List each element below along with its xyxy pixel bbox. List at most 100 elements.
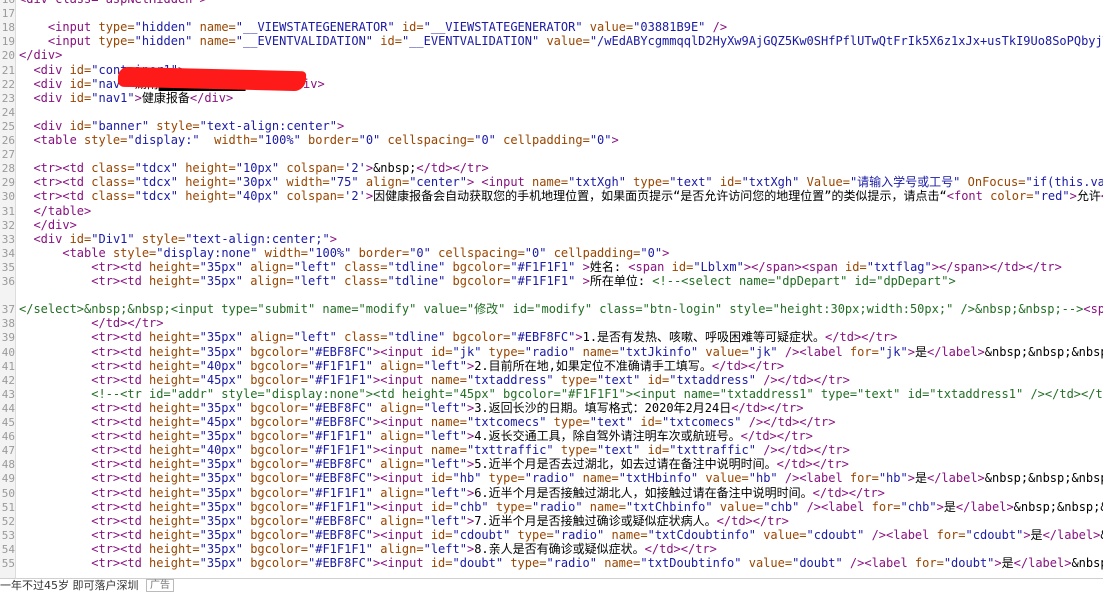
code-token: height= — [149, 415, 200, 429]
code-token: </td></tr> — [812, 485, 885, 500]
code-token: "text" — [597, 443, 648, 458]
code-token: name= — [430, 443, 467, 458]
code-token: type= — [560, 372, 597, 387]
code-token: id= — [430, 499, 453, 514]
code-token: bgcolor= — [250, 527, 308, 542]
code-token: "35px" — [199, 259, 251, 274]
code-token: align= — [250, 259, 294, 274]
line-number: 47 — [1, 444, 15, 458]
code-token: align= — [380, 429, 424, 444]
code-token: colspan= — [286, 189, 345, 204]
code-token: cellspacing= — [438, 245, 525, 260]
code-token: value= — [705, 344, 749, 359]
code-token: ><input — [373, 372, 431, 387]
code-token: name= — [611, 527, 648, 542]
code-token: <div class="aspNetHidden"> — [19, 0, 207, 6]
code-token: "#F1F1F1" — [308, 429, 381, 444]
code-token: height= — [149, 259, 200, 274]
code-token: for= — [936, 527, 966, 542]
code-token: "center" — [409, 175, 467, 190]
code-token: "35px" — [199, 274, 251, 288]
code-token: id= — [401, 20, 424, 35]
source-line: 38 </td></tr> — [0, 316, 1103, 330]
code-token: name= — [199, 20, 236, 35]
code-token: "txtaddress" — [669, 372, 764, 387]
code-token: class= — [344, 330, 388, 345]
code-token: type= — [510, 556, 547, 570]
code-token: "chb" — [763, 499, 807, 514]
code-token: bgcolor= — [250, 457, 308, 472]
code-token: "40px" — [235, 189, 287, 204]
code-token: id= — [845, 259, 867, 274]
code-token: "0" — [358, 133, 388, 147]
code-token: id= — [640, 415, 663, 429]
code-token: "35px" — [199, 556, 251, 570]
source-line: 51 <tr><td height="35px" bgcolor="#F1F1F… — [0, 500, 1103, 514]
source-line: 44 <tr><td height="35px" bgcolor="#EBF8F… — [0, 401, 1103, 415]
code-token: > — [582, 274, 590, 288]
code-token: class= — [91, 189, 135, 204]
code-token: <tr><td — [33, 161, 92, 176]
code-token: "txtChbinfo" — [625, 499, 720, 514]
code-token: 4.返长交通工具，除自驾外请注明车次或航班号。 — [474, 429, 741, 444]
code-token: </label> — [1013, 556, 1072, 570]
code-token: "radio" — [553, 527, 612, 542]
code-token: "display:" — [127, 133, 215, 147]
code-token: "35px" — [199, 471, 251, 486]
code-token: /><label — [806, 499, 872, 514]
code-token: style= — [84, 133, 128, 147]
code-token: "radio" — [532, 499, 590, 514]
source-line: 39 <tr><td height="35px" align="left" cl… — [0, 330, 1103, 344]
code-token: "nav1" — [91, 90, 135, 105]
code-token: "__EVENTVALIDATION" — [401, 34, 547, 49]
code-token: "__VIEWSTATEGENERATOR" — [235, 20, 402, 35]
code-token: 1.是否有发热、咳嗽、呼吸困难等可疑症状。 — [582, 330, 826, 345]
code-token: "0" — [589, 133, 612, 147]
source-line: 32 </div> — [0, 218, 1103, 232]
code-token: </table> — [33, 203, 92, 218]
code-token: </label> — [955, 499, 1014, 514]
source-line — [0, 288, 1103, 302]
code-token: ><input — [373, 499, 431, 514]
code-token: > — [575, 330, 583, 345]
code-token: <tr><td — [91, 443, 150, 458]
code-token: bgcolor= — [250, 443, 308, 458]
code-token: "jk" — [878, 344, 908, 359]
line-number: 25 — [1, 119, 15, 133]
code-token: "chb" — [900, 499, 937, 514]
line-number: 32 — [1, 218, 15, 232]
line-number: 28 — [1, 162, 15, 176]
code-token: <div — [33, 76, 70, 91]
line-number: 54 — [1, 542, 15, 556]
bottom-ad-strip[interactable]: 一年不过45岁 即可落户深圳 广告 — [0, 578, 1103, 592]
code-token: "if(this.value==&#39;请输 — [1025, 175, 1103, 190]
code-token: </label> — [926, 344, 985, 359]
code-token: style= — [112, 245, 157, 260]
code-token: value= — [589, 20, 634, 35]
code-token: "txtflag" — [866, 259, 932, 274]
code-token: <tr><td — [91, 330, 150, 345]
code-token: color= — [990, 189, 1034, 204]
code-token: '2' — [344, 161, 366, 176]
code-token: <!--<tr id="addr" style="display:none"><… — [91, 386, 1103, 401]
code-token: 是 — [1030, 527, 1043, 542]
code-token: Value= — [806, 175, 850, 190]
code-token: "left" — [293, 330, 345, 345]
code-token: name= — [532, 175, 569, 190]
code-token: height= — [185, 175, 236, 190]
code-token: > — [1023, 527, 1031, 542]
code-token: id= — [430, 344, 453, 359]
source-line: 31 </table> — [0, 204, 1103, 218]
ad-badge[interactable]: 广告 — [146, 579, 174, 592]
code-token: id= — [430, 527, 453, 542]
code-token: ><input — [373, 556, 431, 570]
